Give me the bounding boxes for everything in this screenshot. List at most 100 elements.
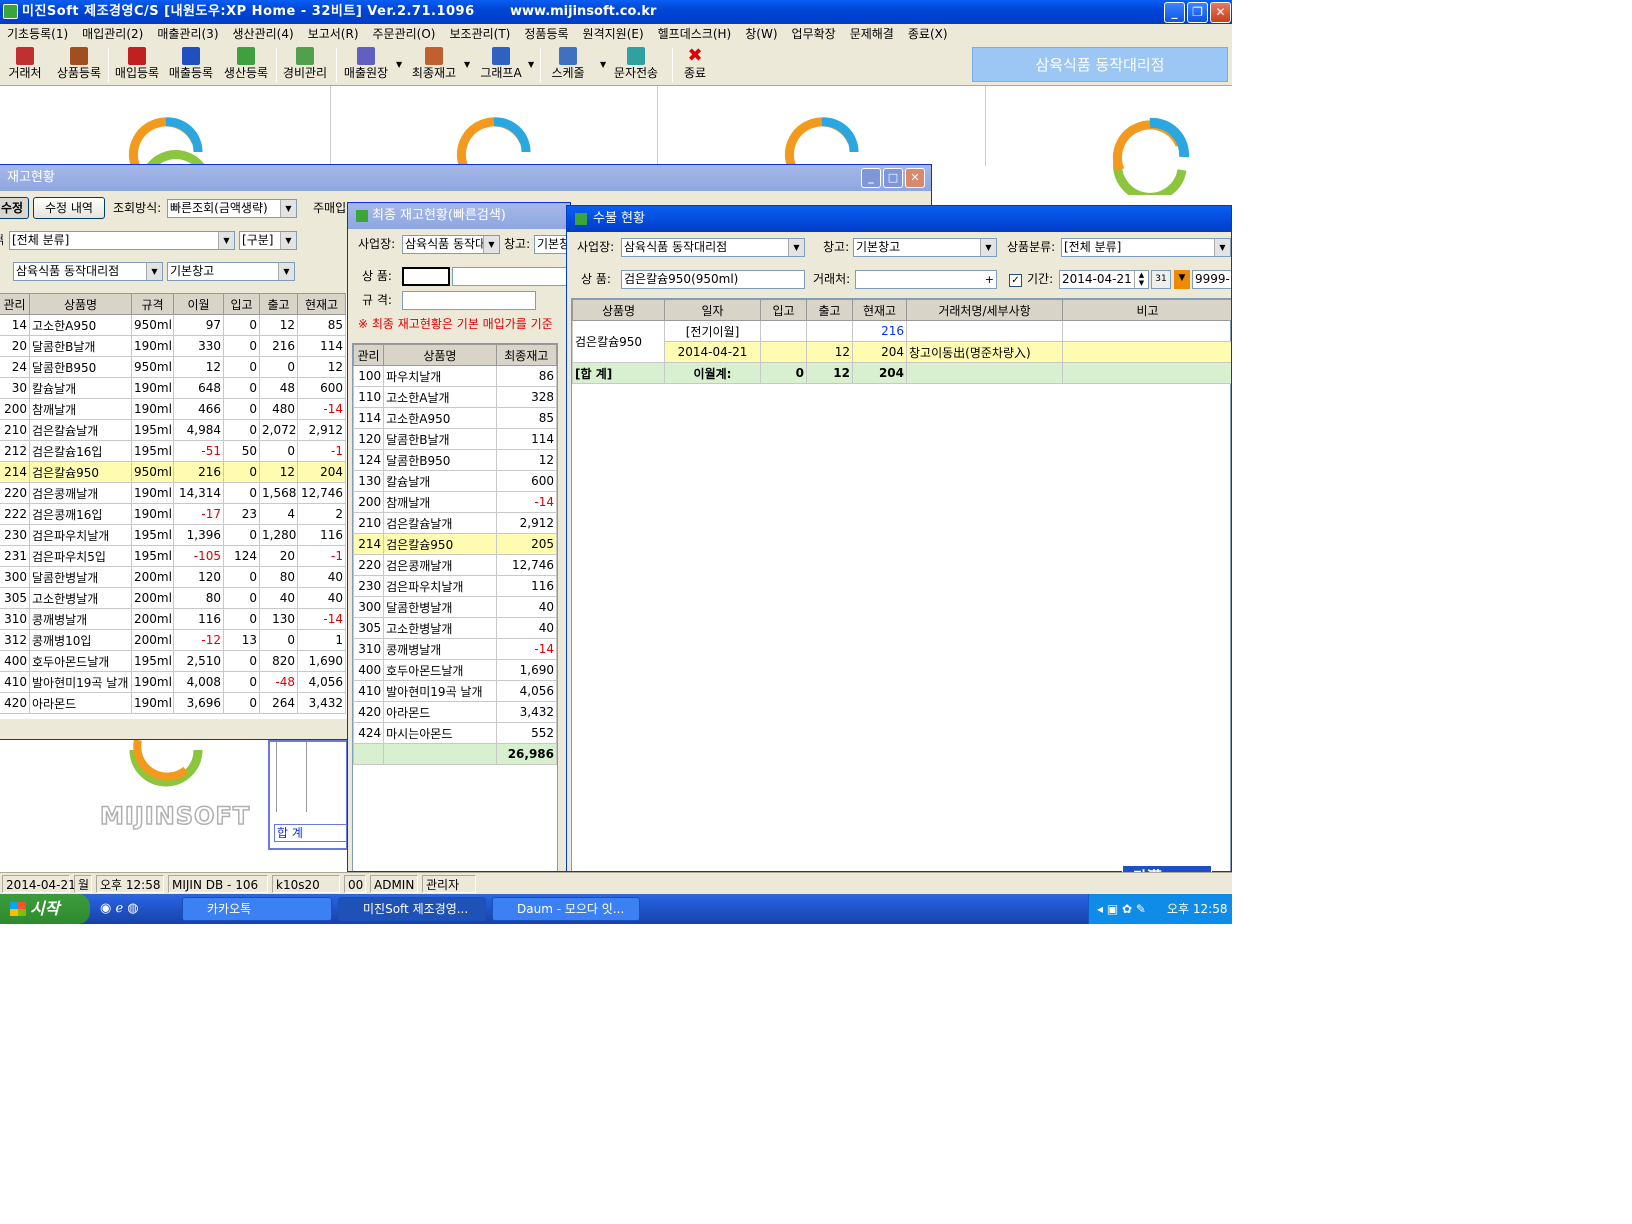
final-row[interactable]: 100 파우치날개 86	[352, 365, 558, 387]
stock-maximize-button[interactable]: □	[883, 168, 903, 188]
flow-client-input[interactable]: +	[855, 270, 997, 289]
final-row[interactable]: 110 고소한A날개 328	[352, 386, 558, 408]
flow-grid[interactable]: 상품명 일자 입고 출고 현재고 거래처명/세부사항 비고 검은칼슘950 [전기이월] 2…	[571, 298, 1231, 871]
date-to-input[interactable]: 9999-	[1192, 270, 1231, 289]
menu-item[interactable]: 종료(X)	[901, 24, 955, 44]
final-row[interactable]: 114 고소한A950 85	[352, 407, 558, 429]
stock-row[interactable]: 305 고소한병날개 200ml 80 0 40 40	[0, 587, 346, 609]
flow-entry-row[interactable]: 2014-04-21 12 204 창고이동出(명준차량入)	[573, 341, 1231, 363]
stock-row[interactable]: 14 고소한A950 950ml 97 0 12 85	[0, 314, 346, 336]
final-row[interactable]: 210 검은칼슘날개 2,912	[352, 512, 558, 534]
final-row[interactable]: 424 마시는아몬드 552	[352, 722, 558, 744]
menu-item[interactable]: 헬프데스크(H)	[651, 24, 739, 44]
stock-col-header[interactable]: 이월	[173, 293, 224, 315]
toolbar-button[interactable]: 그래프A	[474, 46, 528, 84]
final-stock-grid[interactable]: 관리 상품명 최종재고 100 파우치날개 86 110 고소한A날개 328 114 고소한A9…	[352, 343, 558, 871]
dropdown-arrow-icon[interactable]: ▼	[528, 60, 534, 69]
tray-icons[interactable]: ◂ ▣ ✿ ✎	[1097, 902, 1146, 916]
flow-window-titlebar[interactable]: 수불 현황	[567, 206, 1231, 232]
toolbar-button[interactable]: 최종재고	[406, 46, 462, 84]
final-row[interactable]: 300 달콤한병날개 40	[352, 596, 558, 618]
stock-row[interactable]: 210 검은칼슘날개 195ml 4,984 0 2,072 2,912	[0, 419, 346, 441]
stock-row[interactable]: 230 검은파우치날개 195ml 1,396 0 1,280 116	[0, 524, 346, 546]
stock-row[interactable]: 20 달콤한B날개 190ml 330 0 216 114	[0, 335, 346, 357]
final-row[interactable]: 410 발아현미19곡 날개 4,056	[352, 680, 558, 702]
flow-col-header[interactable]: 입고	[760, 299, 807, 321]
final-col-header[interactable]: 관리	[352, 344, 385, 366]
toolbar-button[interactable]: 상품등록	[50, 46, 108, 84]
toolbar-button[interactable]: 생산등록	[220, 46, 272, 84]
division-select[interactable]: [구분] ▼	[239, 231, 297, 250]
final-product-code-input[interactable]	[402, 267, 450, 286]
dropdown-arrow-icon[interactable]: ▼	[600, 60, 606, 69]
app-title-bar[interactable]: 미진Soft 제조경영C/S [내원도우:XP Home - 32비트] Ver…	[0, 0, 1232, 24]
stock-col-header[interactable]: 입고	[223, 293, 260, 315]
dropdown-arrow-icon[interactable]: ▼	[1174, 270, 1190, 289]
menu-item[interactable]: 문제해결	[843, 24, 901, 44]
final-row[interactable]: 310 콩깨병날개 -14	[352, 638, 558, 660]
quicklaunch-icons[interactable]: ◉ ℯ ◍	[100, 901, 139, 916]
store-select[interactable]: 삼육식품 동작대리점 ▼	[13, 262, 163, 281]
stock-row[interactable]: 410 발아현미19곡 날개 190ml 4,008 0 -48 4,056	[0, 671, 346, 693]
stock-row[interactable]: 222 검은콩깨16입 190ml -17 23 4 2	[0, 503, 346, 525]
flow-col-header[interactable]: 상품명	[572, 299, 665, 321]
toolbar-button[interactable]: ✖ 종료	[678, 46, 712, 84]
final-row[interactable]: 305 고소한병날개 40	[352, 617, 558, 639]
stock-grid[interactable]: 관리 상품명 규격 이월 입고 출고 현재고 14 고소한A950 950ml 97 0 12 85 20…	[0, 293, 349, 719]
task-daum[interactable]: Daum - 모으다 잇...	[492, 897, 640, 921]
stock-row[interactable]: 212 검은칼슘16입 195ml -51 50 0 -1	[0, 440, 346, 462]
toolbar-button[interactable]: 거래처	[2, 46, 48, 84]
final-biz-select[interactable]: 삼육식품 동작대 ▼	[402, 235, 500, 254]
task-mijinsoft[interactable]: 미진Soft 제조경영...	[338, 897, 486, 921]
task-kakaotalk[interactable]: 카카오톡	[182, 897, 332, 921]
stock-col-header[interactable]: 관리	[0, 293, 30, 315]
final-row[interactable]: 400 호두아몬드날개 1,690	[352, 659, 558, 681]
category-select[interactable]: [전체 분류] ▼	[9, 231, 235, 250]
stock-row[interactable]: 214 검은칼슘950 950ml 216 0 12 204	[0, 461, 346, 483]
period-checkbox[interactable]: ✓	[1009, 274, 1022, 287]
query-mode-select[interactable]: 빠른조회(금액생략) ▼	[167, 199, 297, 218]
flow-category-select[interactable]: [전체 분류] ▼	[1061, 238, 1231, 257]
menu-item[interactable]: 업무확장	[785, 24, 843, 44]
minimize-button[interactable]: _	[1164, 2, 1185, 23]
stock-window-titlebar[interactable]: 재고현황 _ □ ✕	[0, 165, 931, 191]
final-row[interactable]: 230 검은파우치날개 116	[352, 575, 558, 597]
flow-carry-row[interactable]: 검은칼슘950 [전기이월] 216	[572, 320, 1231, 363]
final-row[interactable]: 130 칼슘날개 600	[352, 470, 558, 492]
toolbar-button[interactable]: 문자전송	[608, 46, 664, 84]
menu-item[interactable]: 정품등록	[517, 24, 575, 44]
final-row[interactable]: 120 달콤한B날개 114	[352, 428, 558, 450]
final-window-titlebar[interactable]: 최종 재고현황(빠른검색)	[348, 203, 570, 229]
menu-item[interactable]: 원격지원(E)	[576, 24, 651, 44]
close-button[interactable]: ✕	[1210, 2, 1231, 23]
edit-button[interactable]: 수정	[0, 197, 29, 219]
dropdown-arrow-icon[interactable]: ▼	[464, 60, 470, 69]
flow-col-header[interactable]: 비고	[1062, 299, 1231, 321]
flow-col-header[interactable]: 거래처명/세부사항	[906, 299, 1063, 321]
final-row[interactable]: 420 아라몬드 3,432	[352, 701, 558, 723]
menu-item[interactable]: 생산관리(4)	[226, 24, 301, 44]
flow-col-header[interactable]: 출고	[806, 299, 853, 321]
final-product-name-input[interactable]	[452, 267, 570, 286]
stock-close-button[interactable]: ✕	[905, 168, 925, 188]
final-spec-input[interactable]	[402, 291, 536, 310]
final-row[interactable]: 214 검은칼슘950 205	[352, 533, 558, 555]
final-row[interactable]: 200 참깨날개 -14	[352, 491, 558, 513]
flow-product-input[interactable]: 검은칼슘950(950ml)	[621, 270, 805, 289]
stock-row[interactable]: 312 콩깨병10입 200ml -12 13 0 1	[0, 629, 346, 651]
stock-row[interactable]: 420 아라몬드 190ml 3,696 0 264 3,432	[0, 692, 346, 714]
stock-col-header[interactable]: 상품명	[29, 293, 132, 315]
toolbar-button[interactable]: 경비관리	[280, 46, 330, 84]
stock-row[interactable]: 24 달콤한B950 950ml 12 0 0 12	[0, 356, 346, 378]
stock-row[interactable]: 220 검은콩깨날개 190ml 14,314 0 1,568 12,746	[0, 482, 346, 504]
toolbar-button[interactable]: 스케줄	[548, 46, 588, 84]
menu-item[interactable]: 보조관리(T)	[443, 24, 518, 44]
final-row[interactable]: 220 검은콩깨날개 12,746	[352, 554, 558, 576]
menu-item[interactable]: 보고서(R)	[301, 24, 366, 44]
menu-item[interactable]: 기초등록(1)	[0, 24, 75, 44]
stock-row[interactable]: 310 콩깨병날개 200ml 116 0 130 -14	[0, 608, 346, 630]
final-col-header[interactable]: 상품명	[383, 344, 497, 366]
toolbar-button[interactable]: 매출원장	[338, 46, 394, 84]
maximize-button[interactable]: ❐	[1187, 2, 1208, 23]
stock-row[interactable]: 300 달콤한병날개 200ml 120 0 80 40	[0, 566, 346, 588]
